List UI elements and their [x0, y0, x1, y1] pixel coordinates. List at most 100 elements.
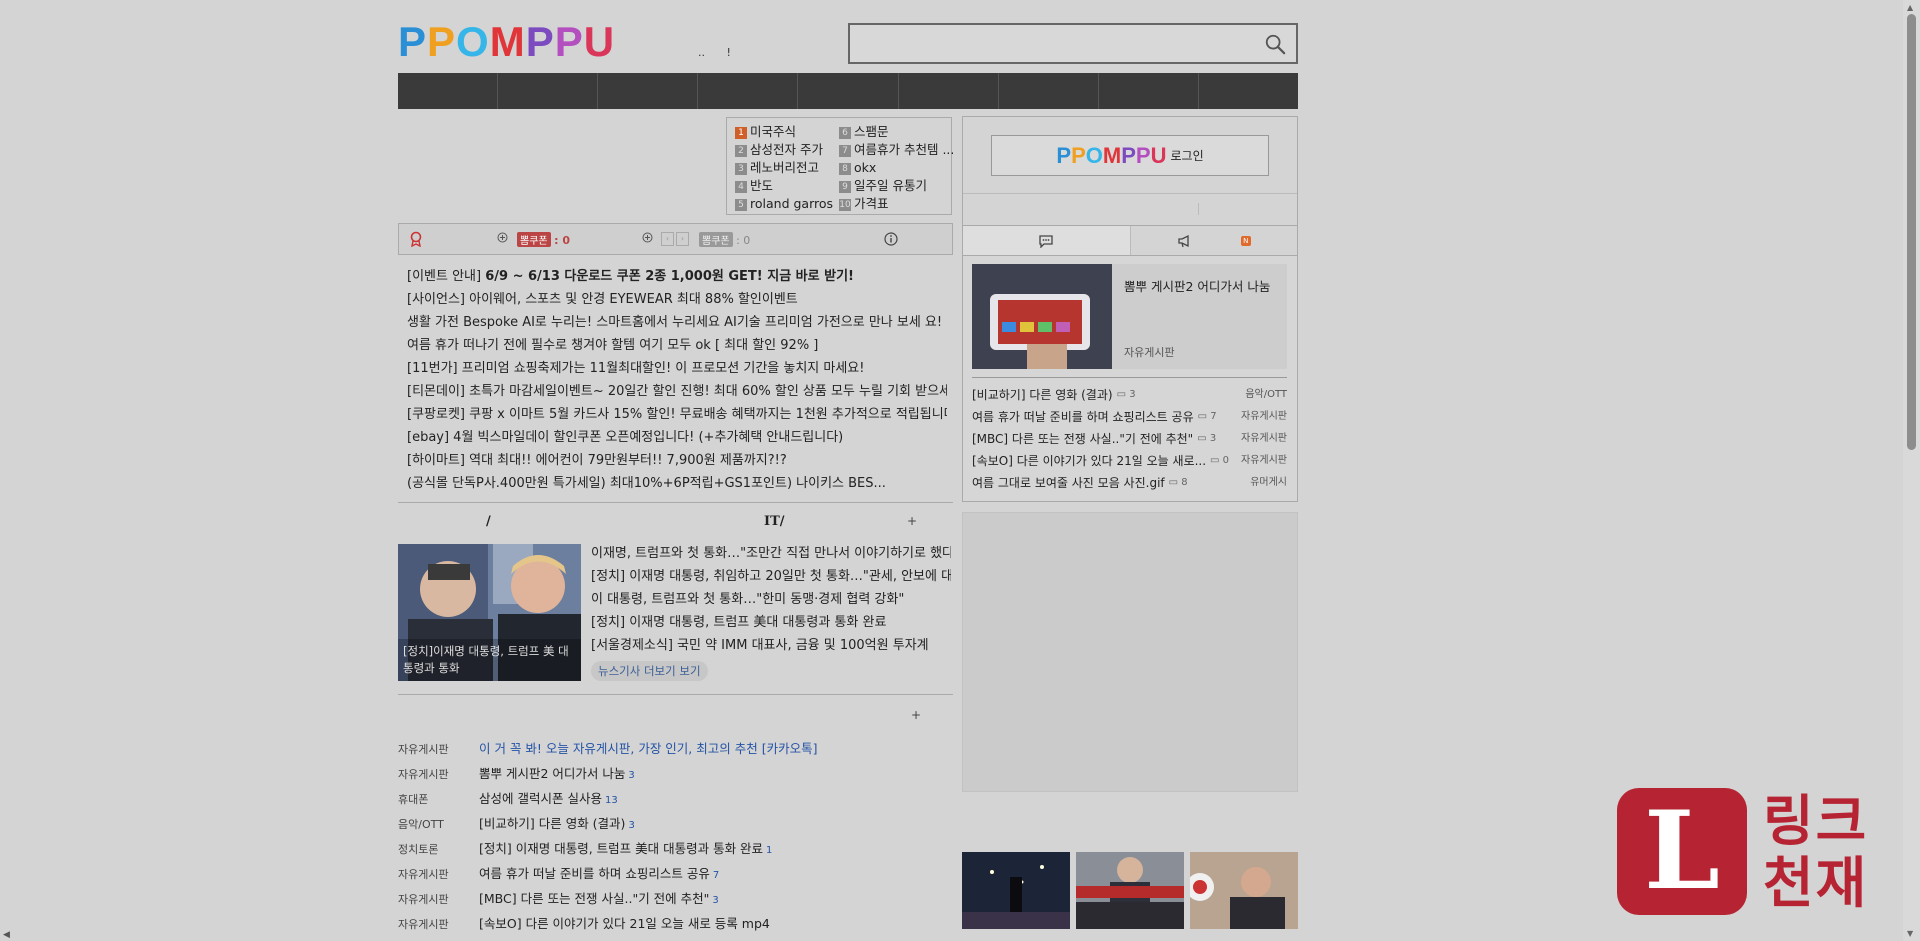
headline-item[interactable]: [11번가] 프리미엄 쇼핑축제가는 11월최대할인! 이 프로모션 기간을 놓… — [407, 358, 947, 381]
keyword-item[interactable]: 10 가격표 — [839, 195, 954, 213]
news-thumbnail[interactable]: [정치]이재명 대통령, 트럼프 美 대통령과 통화 — [398, 544, 581, 681]
scrollbar-thumb[interactable] — [1907, 14, 1916, 450]
hot-list: [비교하기] 다른 영화 (결과) ▭ 3 음악/OTT 여름 휴가 떠날 준비를 하… — [972, 384, 1287, 494]
plus-circle-icon[interactable] — [497, 232, 508, 246]
headline-item[interactable]: [하이마트] 역대 최대!! 에어컨이 79만원부터!! 7,900원 제품까지… — [407, 450, 947, 473]
keyword-rank: 9 — [839, 180, 851, 193]
promo-headlines: [이벤트 안내] 6/9 ~ 6/13 다운로드 쿠폰 2종 1,000원 GE… — [407, 266, 947, 496]
pager-buttons[interactable]: ‹ › — [661, 231, 689, 246]
thumbnail-1[interactable] — [962, 852, 1070, 929]
board-row[interactable]: 자유게시판 이 거 꼭 봐! 오늘 자유게시판, 가장 인기, 최고의 추천 [카… — [398, 738, 953, 763]
thumbnail-2[interactable] — [1076, 852, 1184, 929]
thumbnail-3[interactable] — [1190, 852, 1298, 929]
news-item[interactable]: [서울경제소식] 국민 약 IMM 대표사, 금융 및 100억원 투자계 — [591, 635, 951, 658]
nav-item-9[interactable] — [1199, 73, 1298, 109]
hot-list-item[interactable]: 여름 휴가 떠날 준비를 하며 쇼핑리스트 공유 ▭ 7 자유게시판 — [972, 406, 1287, 428]
board-title[interactable]: 삼성에 갤럭시폰 실사용 — [479, 791, 602, 806]
board-row[interactable]: 음악/OTT [비교하기] 다른 영화 (결과) 3 — [398, 813, 953, 838]
headline-item[interactable]: [이벤트 안내] 6/9 ~ 6/13 다운로드 쿠폰 2종 1,000원 GE… — [407, 266, 947, 289]
hot-list-item[interactable]: 여름 그대로 보여줄 사진 모음 사진.gif ▭ 8 유머게시 — [972, 472, 1287, 494]
login-button[interactable]: PPOMPPU 로그인 — [991, 135, 1269, 176]
keyword-item[interactable]: 7 여름휴가 추천템 ... — [839, 141, 954, 159]
board-row[interactable]: 휴대폰 삼성에 갤럭시폰 실사용 13 — [398, 788, 953, 813]
site-logo[interactable]: PPOMPPU — [398, 18, 615, 65]
news-more-button[interactable]: 뉴스기사 더보기 보기 — [591, 661, 708, 681]
board-title[interactable]: 뽐뿌 게시판2 어디가서 나눔 — [479, 766, 625, 781]
header-notice[interactable]: .. ! — [698, 46, 749, 59]
link-badge[interactable]: L 링크 천재 — [1617, 788, 1897, 918]
board-title[interactable]: [MBC] 다른 또는 전쟁 사실.."기 전에 추천" — [479, 891, 709, 906]
board-row[interactable]: 자유게시판 [속보O] 다른 이야기가 있다 21일 오늘 새로 등록 mp4 — [398, 913, 953, 938]
news-list: 이재명, 트럼프와 첫 통화…"조만간 직접 만나서 이야기하기로 했다" [정치… — [591, 543, 951, 681]
board-title[interactable]: [속보O] 다른 이야기가 있다 21일 오늘 새로 등록 mp4 — [479, 916, 770, 931]
nav-item-6[interactable] — [899, 73, 999, 109]
board-title[interactable]: [비교하기] 다른 영화 (결과) — [479, 816, 625, 831]
info-icon[interactable] — [884, 232, 898, 246]
tab-news[interactable]: / — [486, 514, 491, 529]
keyword-item[interactable]: 6 스팸문 — [839, 123, 954, 141]
headline-item[interactable]: [쿠팡로켓] 쿠팡 x 이마트 5월 카드사 15% 할인! 무료배송 혜택까지… — [407, 404, 947, 427]
news-item[interactable]: 이 대통령, 트럼프와 첫 통화…"한미 동맹·경제 협력 강화" — [591, 589, 951, 612]
scroll-left-icon[interactable]: ◀ — [3, 930, 10, 940]
search-input[interactable] — [848, 23, 1298, 64]
board-title[interactable]: 여름 휴가 떠날 준비를 하며 쇼핑리스트 공유 — [479, 866, 710, 881]
news-item[interactable]: [정치] 이재명 대통령, 취임하고 20일만 첫 통화…"관세, 안보에 대해… — [591, 566, 951, 589]
keyword-item[interactable]: 9 일주일 유통기 — [839, 177, 954, 195]
nav-item-2[interactable] — [498, 73, 599, 109]
scroll-down-icon[interactable]: ▼ — [1907, 929, 1913, 938]
hot-list-item[interactable]: [속보O] 다른 이야기가 있다 21일 오늘 새로... ▭ 0 자유게시판 — [972, 450, 1287, 472]
headline-item[interactable]: [사이언스] 아이웨어, 스포츠 및 안경 EYEWEAR 최대 88% 할인이… — [407, 289, 947, 312]
board-row[interactable]: 자유게시판 뽐뿌 게시판2 어디가서 나눔 3 — [398, 763, 953, 788]
keyword-item[interactable]: 5 roland garros — [735, 195, 833, 213]
news-items: 이재명, 트럼프와 첫 통화…"조만간 직접 만나서 이야기하기로 했다" [정치… — [591, 543, 951, 658]
board-title[interactable]: [정치] 이재명 대통령, 트럼프 美대 대통령과 통화 완료 — [479, 841, 763, 856]
ad-placeholder[interactable] — [962, 512, 1298, 792]
board-title[interactable]: 이 거 꼭 봐! 오늘 자유게시판, 가장 인기, 최고의 추천 [카카오톡] — [479, 741, 817, 756]
keyword-item[interactable]: 4 반도 — [735, 177, 833, 195]
chat-bubble-icon — [1039, 234, 1053, 248]
magnifier-icon[interactable] — [1264, 33, 1286, 55]
rss-icon[interactable]: N — [1240, 235, 1251, 246]
plus-circle-icon[interactable] — [642, 232, 653, 246]
next-arrow-icon[interactable]: › — [676, 232, 689, 246]
hot-list-item[interactable]: [MBC] 다른 또는 전쟁 사실.."기 전에 추천" ▭ 3 자유게시판 — [972, 428, 1287, 450]
headline-item[interactable]: (공식몰 단독P사.400만원 특가세일) 최대10%+6P적립+GS1포인트)… — [407, 473, 947, 496]
nav-item-4[interactable] — [698, 73, 799, 109]
comment-count: ▭ 8 — [1169, 477, 1188, 488]
tab-comments[interactable] — [963, 226, 1131, 255]
prev-arrow-icon[interactable]: ‹ — [661, 232, 674, 246]
hot-feature-category: 자유게시판 — [1124, 346, 1175, 359]
keyword-item[interactable]: 1 미국주식 — [735, 123, 833, 141]
tab-notices[interactable]: N — [1131, 226, 1298, 255]
keyword-item[interactable]: 2 삼성전자 주가 — [735, 141, 833, 159]
board-row[interactable]: 정치토론 [정치] 이재명 대통령, 트럼프 美대 대통령과 통화 완료 1 — [398, 838, 953, 863]
notice-1[interactable]: .. — [698, 46, 705, 59]
logo-letter: P — [1121, 142, 1136, 168]
notice-2[interactable]: ! — [727, 46, 731, 59]
headline-item[interactable]: 생활 가전 Bespoke AI로 누리는! 스마트홈에서 누리세요 AI기술 … — [407, 312, 947, 335]
nav-item-7[interactable] — [999, 73, 1099, 109]
board-row[interactable]: 자유게시판 [MBC] 다른 또는 전쟁 사실.."기 전에 추천" 3 — [398, 888, 953, 913]
vertical-scrollbar[interactable]: ▲ ▼ — [1903, 0, 1920, 941]
keyword-rank: 1 — [735, 126, 747, 139]
hot-feature[interactable]: 뽐뿌 게시판2 어디가서 나눔 자유게시판 — [972, 264, 1287, 369]
news-item[interactable]: [정치] 이재명 대통령, 트럼프 美대 대통령과 통화 완료 — [591, 612, 951, 635]
tab-it[interactable]: IT/ — [764, 514, 785, 529]
nav-item-3[interactable] — [598, 73, 699, 109]
hot-list-item[interactable]: [비교하기] 다른 영화 (결과) ▭ 3 음악/OTT — [972, 384, 1287, 406]
keyword-item[interactable]: 8 okx — [839, 159, 954, 177]
headline-item[interactable]: 여름 휴가 떠나기 전에 필수로 챙겨야 할템 여기 모두 ok [ 최대 할인… — [407, 335, 947, 358]
news-item[interactable]: 이재명, 트럼프와 첫 통화…"조만간 직접 만나서 이야기하기로 했다" — [591, 543, 951, 566]
news-more-plus[interactable]: + — [907, 514, 917, 528]
keyword-item[interactable]: 3 레노버리전고 — [735, 159, 833, 177]
nav-item-1[interactable] — [398, 73, 499, 109]
hot-category: 음악/OTT — [1245, 389, 1287, 400]
headline-item[interactable]: [ebay] 4월 빅스마일데이 할인쿠폰 오픈예정입니다! (+추가혜택 안내… — [407, 427, 947, 450]
scroll-up-icon[interactable]: ▲ — [1907, 3, 1913, 12]
board-category: 자유게시판 — [398, 918, 449, 931]
board-row[interactable]: 자유게시판 여름 휴가 떠날 준비를 하며 쇼핑리스트 공유 7 — [398, 863, 953, 888]
headline-item[interactable]: [티몬데이] 초특가 마감세일이벤트~ 20일간 할인 진행! 최대 60% 할… — [407, 381, 947, 404]
hot-feature-thumbnail — [972, 264, 1112, 369]
nav-item-8[interactable] — [1099, 73, 1199, 109]
nav-item-5[interactable] — [798, 73, 899, 109]
